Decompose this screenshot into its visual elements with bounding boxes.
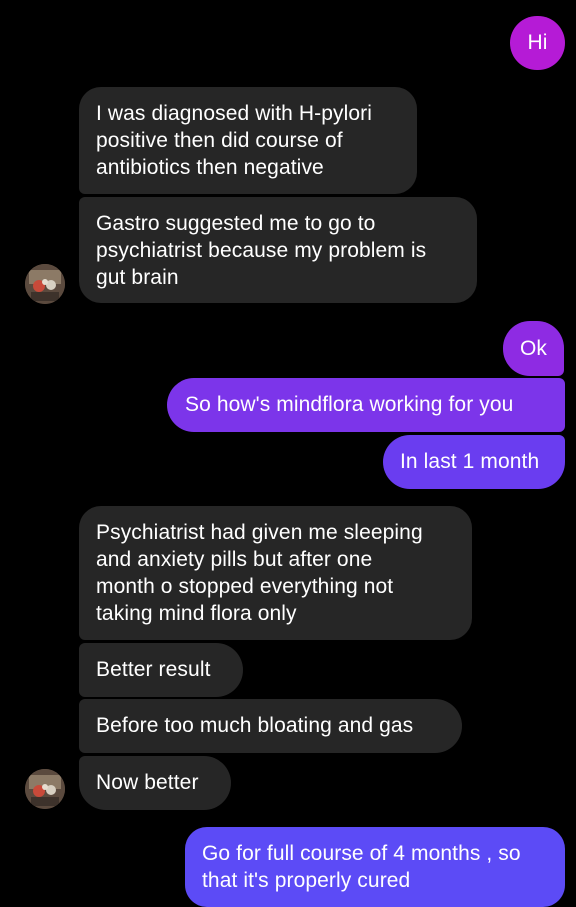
outgoing-message-hi[interactable]: Hi [510,16,565,70]
incoming-message-h-pylori[interactable]: I was diagnosed with H-pylori positive t… [79,87,417,194]
contact-avatar-2[interactable] [25,769,65,809]
incoming-message-now-better[interactable]: Now better [79,756,231,810]
incoming-message-psychiatrist[interactable]: Psychiatrist had given me sleeping and a… [79,506,472,640]
contact-avatar[interactable] [25,264,65,304]
outgoing-message-ok[interactable]: Ok [503,321,564,376]
outgoing-message-last-month[interactable]: In last 1 month [383,435,565,489]
incoming-message-better-result[interactable]: Better result [79,643,243,697]
user-avatar-photo-icon [25,769,65,809]
incoming-message-gastro[interactable]: Gastro suggested me to go to psychiatris… [79,197,477,303]
message-thread: Hi I was diagnosed with H-pylori positiv… [0,0,576,907]
user-avatar-photo-icon [25,264,65,304]
incoming-message-bloating[interactable]: Before too much bloating and gas [79,699,462,753]
outgoing-message-full-course[interactable]: Go for full course of 4 months , so that… [185,827,565,907]
outgoing-message-mindflora-question[interactable]: So how's mindflora working for you [167,378,565,432]
